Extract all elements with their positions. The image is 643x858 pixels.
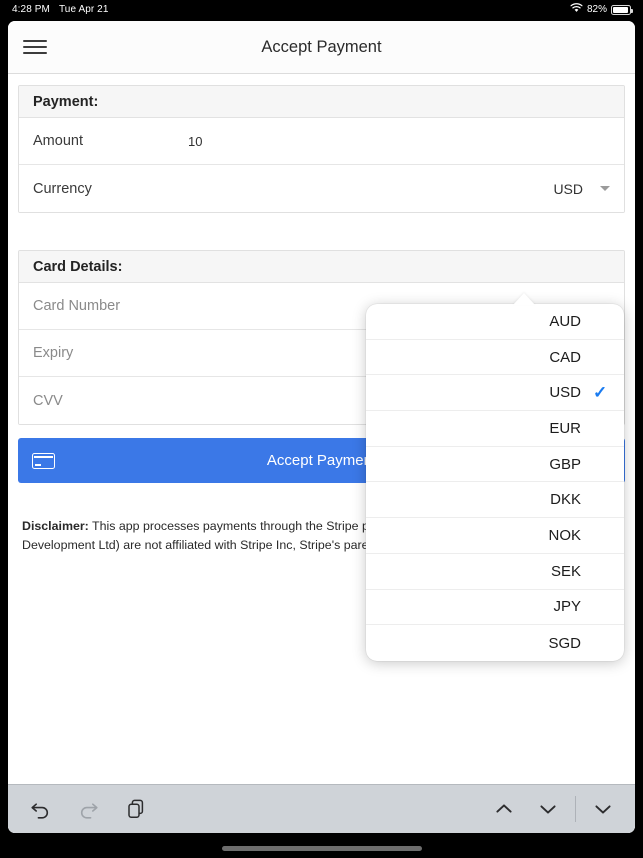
currency-option-sek[interactable]: SEK ✓ (366, 554, 624, 590)
amount-row[interactable]: Amount 10 (19, 118, 624, 165)
app-window: Accept Payment Payment: Amount 10 Curren… (8, 21, 635, 833)
amount-label: Amount (33, 133, 83, 149)
amount-input[interactable]: 10 (188, 134, 610, 149)
form-content: Payment: Amount 10 Currency USD Card Det… (8, 74, 635, 833)
home-indicator (221, 846, 422, 851)
expiry-field[interactable]: Expiry (33, 345, 188, 361)
dismiss-keyboard-chevron-down-icon[interactable] (588, 794, 618, 824)
popover-arrow (513, 293, 535, 305)
currency-option-aud[interactable]: AUD ✓ (366, 304, 624, 340)
check-icon: ✓ (593, 383, 608, 403)
battery-icon (611, 4, 633, 15)
status-bar: 4:28 PM Tue Apr 21 82% (0, 0, 643, 19)
currency-option-usd[interactable]: USD ✓ (366, 375, 624, 412)
currency-option-label: CAD (549, 348, 581, 366)
currency-option-dkk[interactable]: DKK ✓ (366, 482, 624, 519)
currency-row[interactable]: Currency USD (19, 165, 624, 212)
battery-percent-label: 82% (586, 4, 607, 15)
currency-option-label: GBP (549, 455, 581, 473)
redo-arrow-icon[interactable] (73, 794, 103, 824)
device-screen: 4:28 PM Tue Apr 21 82% Accept Payment Pa… (0, 0, 643, 858)
currency-value: USD (553, 180, 583, 197)
currency-popover: AUD ✓ CAD ✓ USD ✓ EUR ✓ GBP ✓ (366, 304, 624, 661)
accessory-right-group (489, 794, 618, 824)
status-bar-left: 4:28 PM Tue Apr 21 (12, 4, 109, 15)
currency-option-label: NOK (548, 526, 581, 544)
payment-section: Payment: Amount 10 Currency USD (18, 85, 625, 213)
currency-option-nok[interactable]: NOK ✓ (366, 518, 624, 554)
currency-option-sgd[interactable]: SGD ✓ (366, 625, 624, 661)
currency-option-jpy[interactable]: JPY ✓ (366, 590, 624, 626)
navigation-bar: Accept Payment (8, 21, 635, 74)
chevron-down-icon[interactable] (600, 186, 610, 191)
currency-option-label: AUD (549, 312, 581, 330)
paste-documents-icon[interactable] (121, 794, 151, 824)
keyboard-accessory-toolbar (8, 784, 635, 833)
status-bar-date: Tue Apr 21 (58, 4, 109, 15)
chevron-up-icon[interactable] (489, 794, 519, 824)
hamburger-menu-icon[interactable] (18, 30, 52, 64)
credit-card-icon (32, 452, 55, 469)
undo-arrow-icon[interactable] (25, 794, 55, 824)
status-bar-time: 4:28 PM (12, 4, 50, 15)
wifi-icon (570, 3, 583, 16)
toolbar-divider (575, 796, 576, 822)
currency-label: Currency (33, 180, 92, 197)
currency-option-label: USD (549, 384, 581, 402)
currency-option-gbp[interactable]: GBP ✓ (366, 447, 624, 483)
card-number-field[interactable]: Card Number (33, 298, 188, 314)
page-title: Accept Payment (261, 37, 382, 56)
currency-option-label: JPY (553, 598, 581, 616)
chevron-down-icon[interactable] (533, 794, 563, 824)
currency-option-label: DKK (550, 491, 581, 509)
currency-option-label: SEK (550, 562, 581, 580)
payment-section-header: Payment: (19, 86, 624, 118)
currency-option-label: EUR (549, 419, 581, 437)
currency-option-label: SGD (548, 634, 581, 652)
currency-option-cad[interactable]: CAD ✓ (366, 340, 624, 376)
cvv-field[interactable]: CVV (33, 393, 188, 409)
status-bar-right: 82% (570, 3, 633, 16)
currency-selector[interactable]: USD (553, 181, 610, 197)
currency-option-eur[interactable]: EUR ✓ (366, 411, 624, 447)
accessory-left-group (25, 794, 151, 824)
card-details-section-header: Card Details: (19, 251, 624, 283)
disclaimer-bold-prefix: Disclaimer: (22, 519, 89, 533)
